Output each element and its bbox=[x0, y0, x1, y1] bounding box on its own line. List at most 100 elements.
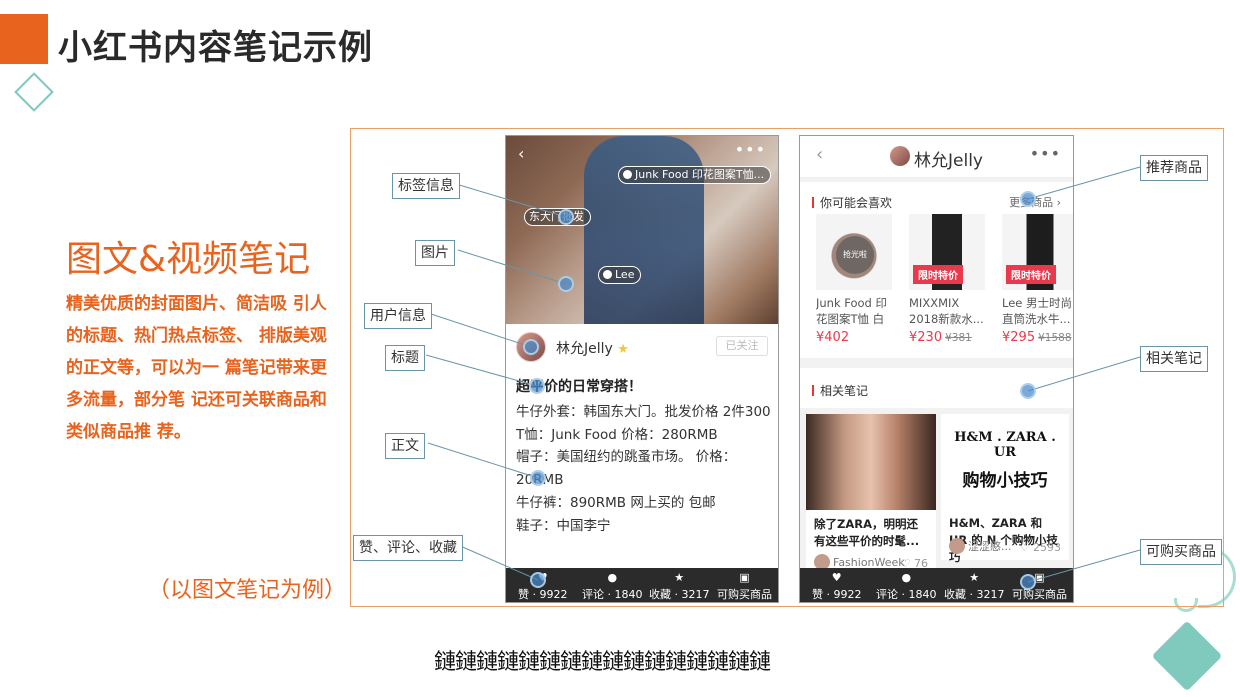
note-likes: ♡ 2593 bbox=[1019, 541, 1061, 554]
collect-count: 收藏 · 3217 bbox=[649, 588, 710, 601]
bag-icon: ▣ bbox=[739, 571, 750, 584]
callout-user-info: 用户信息 bbox=[364, 303, 432, 329]
comment-count: 评论 · 1840 bbox=[582, 588, 643, 601]
follow-button[interactable]: 已关注 bbox=[716, 336, 768, 356]
marker-user-info bbox=[523, 339, 539, 355]
avatar[interactable] bbox=[890, 146, 910, 166]
author-info: 林允Jelly ★ 已关注 bbox=[516, 332, 770, 362]
like-button[interactable]: ♥ 赞 · 9922 bbox=[812, 572, 861, 602]
marker-related-notes bbox=[1020, 383, 1036, 399]
note-body: 牛仔外套：韩国东大门。批发价格 2件300 T恤：Junk Food 价格：28… bbox=[516, 401, 772, 537]
recommendation-header: ‹ 林允Jelly ••• bbox=[800, 136, 1073, 178]
example-frame bbox=[350, 128, 1224, 607]
marker-tag-info bbox=[558, 209, 574, 225]
product-image: 抢光啦 bbox=[816, 214, 892, 290]
product-name: Lee 男士时尚 直筒洗水牛... bbox=[1002, 296, 1073, 326]
note-topbar: ‹ ••• bbox=[506, 140, 778, 164]
price-value: ¥402 bbox=[816, 330, 850, 345]
back-icon[interactable]: ‹ bbox=[518, 144, 524, 163]
marker-body bbox=[530, 470, 546, 486]
marker-image bbox=[558, 276, 574, 292]
note-brand-line: H&M . ZARA . UR bbox=[954, 430, 1056, 460]
related-notes-title-text: 相关笔记 bbox=[820, 384, 869, 398]
product-name: MIXXMIX 2018新款水... bbox=[909, 296, 984, 326]
sale-badge: 限时特价 bbox=[1006, 265, 1056, 284]
note-thumbnail bbox=[806, 414, 936, 510]
note-action-bar: ♥赞 · 9922 ●评论 · 1840 ★收藏 · 3217 ▣可购买商品 bbox=[506, 568, 778, 602]
callout-tag-info: 标签信息 bbox=[392, 173, 460, 199]
product-price: ¥402 bbox=[816, 330, 900, 345]
tag-label: Lee bbox=[615, 268, 635, 281]
orange-square-decoration bbox=[0, 14, 48, 64]
sale-badge: 限时特价 bbox=[913, 265, 963, 284]
marker-buyable bbox=[1020, 574, 1036, 590]
more-icon[interactable]: ••• bbox=[735, 140, 766, 159]
may-like-title-text: 你可能会喜欢 bbox=[820, 196, 893, 210]
callout-buyable: 可购买商品 bbox=[1140, 539, 1222, 565]
product-card[interactable]: 限时特价 MIXXMIX 2018新款水... ¥230 ¥381 bbox=[909, 214, 993, 345]
product-image: 限时特价 bbox=[909, 214, 985, 290]
comment-icon: ● bbox=[901, 571, 912, 584]
heart-icon: ♥ bbox=[831, 571, 842, 584]
product-card[interactable]: 抢光啦 Junk Food 印花图案T恤 白 ¥402 bbox=[816, 214, 900, 345]
avatar bbox=[949, 538, 965, 554]
callout-recommended: 推荐商品 bbox=[1140, 155, 1208, 181]
callout-body: 正文 bbox=[385, 433, 425, 459]
author-name[interactable]: 林允Jelly ★ bbox=[556, 338, 629, 358]
note-cover-image bbox=[506, 136, 778, 324]
related-note-card[interactable]: H&M . ZARA . UR 购物小技巧 H&M、ZARA 和 UR 的 N … bbox=[941, 414, 1069, 564]
price-value: ¥295 bbox=[1002, 330, 1036, 345]
may-like-title: 你可能会喜欢 bbox=[812, 194, 892, 211]
section-marker bbox=[812, 197, 814, 208]
callout-actions: 赞、评论、收藏 bbox=[353, 535, 463, 561]
star-icon: ★ bbox=[969, 571, 980, 584]
body-line: 牛仔外套：韩国东大门。批发价格 2件300 bbox=[516, 404, 771, 420]
product-card[interactable]: 限时特价 Lee 男士时尚 直筒洗水牛... ¥295 ¥1588 bbox=[1002, 214, 1073, 345]
section-heading: 图文&视频笔记 bbox=[66, 239, 311, 280]
more-icon[interactable]: ••• bbox=[1030, 144, 1061, 163]
author-name-text: 林允Jelly bbox=[556, 341, 613, 357]
cover-person-figure bbox=[584, 136, 704, 324]
buy-label: 可购买商品 bbox=[1012, 588, 1067, 601]
may-like-section: 你可能会喜欢 更多商品 › 抢光啦 Junk Food 印花图案T恤 白 ¥40… bbox=[800, 182, 1073, 358]
tag-label: 东大门批发 bbox=[529, 210, 584, 223]
original-price: ¥1588 bbox=[1038, 332, 1072, 344]
body-line: T恤：Junk Food 价格：280RMB bbox=[516, 426, 718, 443]
buy-button[interactable]: ▣ 可购买商品 bbox=[717, 572, 772, 602]
note-card-title: 除了ZARA，明明还有这些平价的时髦... bbox=[814, 517, 920, 548]
buy-button[interactable]: ▣ 可购买商品 bbox=[1012, 572, 1067, 602]
author-name[interactable]: 林允Jelly bbox=[914, 146, 983, 171]
note-author: 涩涩憨... bbox=[949, 538, 1012, 554]
note-author-name: 涩涩憨... bbox=[968, 540, 1012, 553]
comment-count: 评论 · 1840 bbox=[876, 588, 937, 601]
callout-related-notes: 相关笔记 bbox=[1140, 346, 1208, 372]
original-price: ¥381 bbox=[945, 332, 972, 344]
callout-title: 标题 bbox=[385, 345, 425, 371]
comment-button[interactable]: ● 评论 · 1840 bbox=[582, 572, 642, 602]
body-line: 帽子：美国纽约的跳蚤市场。 价格：20RMB bbox=[516, 449, 737, 489]
diamond-filled-decoration bbox=[1151, 620, 1223, 692]
buy-label: 可购买商品 bbox=[717, 588, 772, 601]
collect-button[interactable]: ★ 收藏 · 3217 bbox=[944, 572, 1004, 602]
product-price: ¥230 ¥381 bbox=[909, 330, 993, 345]
comment-icon: ● bbox=[607, 571, 618, 584]
section-description: 精美优质的封面图片、简洁吸 引人的标题、热门热点标签、 排版美观的正文等，可以为… bbox=[66, 294, 327, 442]
body-line: 牛仔裤：890RMB 网上买的 包邮 bbox=[516, 494, 716, 511]
body-line: 鞋子：中国李宁 bbox=[516, 517, 611, 534]
brand-tag-lee[interactable]: Lee bbox=[598, 266, 642, 284]
product-tag-junkfood[interactable]: Junk Food 印花图案T恤... bbox=[618, 166, 772, 184]
tag-dot-icon bbox=[623, 170, 632, 179]
example-caption: （以图文笔记为例） bbox=[148, 578, 347, 603]
price-value: ¥230 bbox=[909, 330, 943, 345]
marker-title bbox=[529, 378, 545, 394]
note-big-text: 购物小技巧 bbox=[962, 471, 1048, 491]
verified-star-icon: ★ bbox=[617, 342, 629, 357]
comment-button[interactable]: ● 评论 · 1840 bbox=[876, 572, 936, 602]
related-note-card[interactable]: 除了ZARA，明明还有这些平价的时髦... FashionWeek ♡ 76 bbox=[806, 414, 936, 574]
marker-recommended bbox=[1020, 191, 1036, 207]
back-icon[interactable]: ‹ bbox=[816, 144, 823, 165]
collect-button[interactable]: ★ 收藏 · 3217 bbox=[649, 572, 709, 602]
like-count: 赞 · 9922 bbox=[812, 588, 862, 601]
section-marker bbox=[812, 385, 814, 396]
product-price: ¥295 ¥1588 bbox=[1002, 330, 1073, 345]
